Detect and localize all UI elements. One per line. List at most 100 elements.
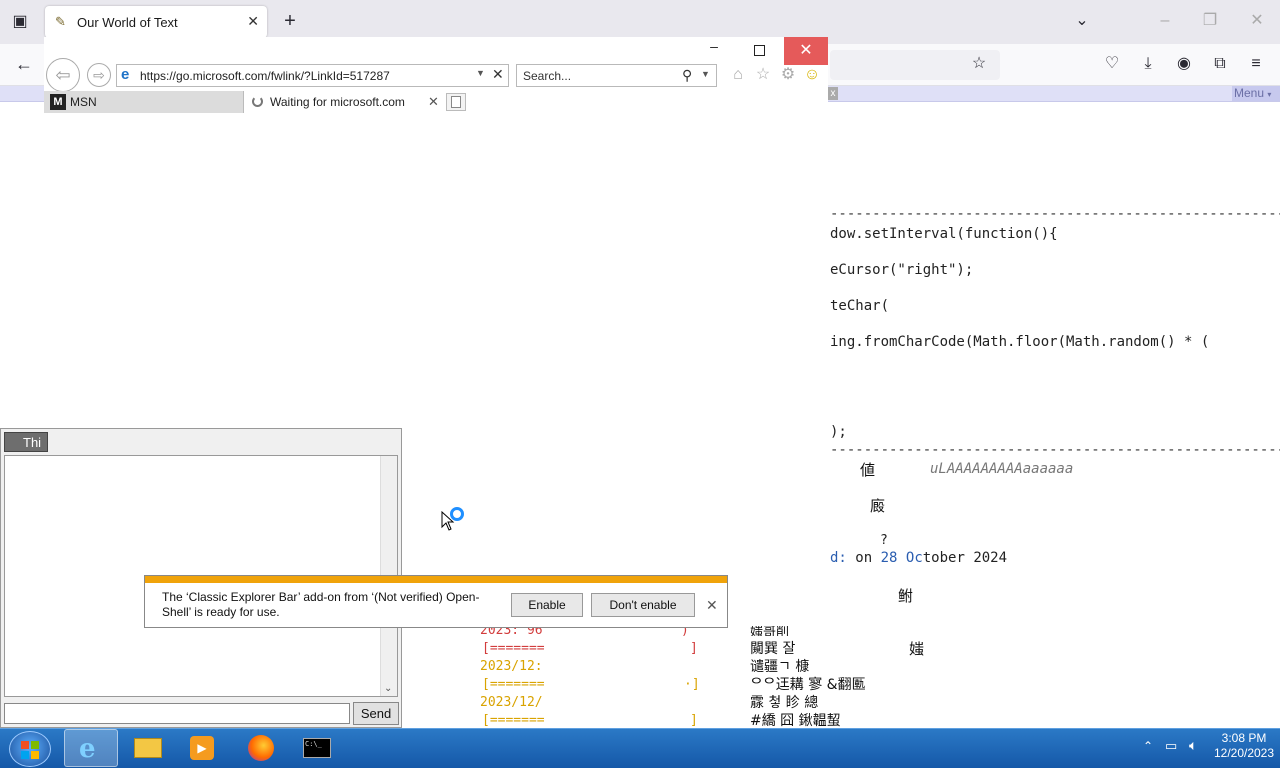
network-icon[interactable]: ▭ [1165, 738, 1177, 754]
search-icon[interactable]: ⚲ [682, 67, 692, 84]
strip-close-icon[interactable]: x [828, 87, 838, 100]
msn-logo-icon: M [50, 94, 66, 110]
log-bracket-3: ·] [684, 677, 700, 692]
ie-minimize-button[interactable]: – [704, 38, 724, 64]
start-button[interactable] [9, 731, 51, 767]
folder-icon [134, 738, 162, 758]
loading-spinner-icon [252, 96, 263, 107]
tray-expand-icon[interactable]: ⌃ [1143, 739, 1153, 753]
ie-back-icon[interactable]: ⇦ [46, 58, 80, 92]
cjk-line-6: #繑 囧 鍬韞蛪 [750, 713, 841, 729]
taskbar-explorer[interactable] [121, 729, 175, 767]
text-char-1: 値 [860, 461, 876, 479]
tab-list-icon[interactable]: ▣ [10, 13, 30, 31]
minimize-icon[interactable]: – [1155, 12, 1175, 30]
ie-logo-icon: e [79, 734, 96, 764]
ie-address-bar[interactable]: e https://go.microsoft.com/fwlink/?LinkI… [116, 64, 509, 87]
cjk-line-3: 谴疆ㄱ 槺 [750, 659, 810, 675]
address-dropdown-icon[interactable]: ▼ [476, 68, 485, 78]
ie-tab-active[interactable]: Waiting for microsoft.com ✕ [244, 91, 444, 113]
back-icon[interactable]: ← [14, 55, 34, 73]
ie-page-icon: e [121, 66, 130, 83]
home-icon[interactable]: ⌂ [728, 64, 748, 86]
ie-maximize-button[interactable] [749, 40, 769, 60]
chevron-down-icon[interactable]: ⌄ [1072, 12, 1092, 30]
close-window-icon[interactable]: ✕ [1247, 12, 1267, 30]
date-day: 28 [880, 550, 898, 566]
notification-accent [145, 576, 727, 583]
ie-tab-label: MSN [70, 95, 97, 109]
log-bracket-4: ] [690, 713, 698, 728]
ie-tab-msn[interactable]: M MSN [44, 91, 244, 113]
hamburger-menu-icon[interactable]: ≡ [1246, 55, 1266, 73]
bookmark-star-icon[interactable]: ☆ [969, 55, 989, 73]
extensions-icon[interactable]: ⧉ [1210, 55, 1230, 73]
notification-close-icon[interactable]: ✕ [706, 597, 718, 614]
ie-search-box[interactable]: Search... ⚲ ▼ [516, 64, 717, 87]
notification-message: The ‘Classic Explorer Bar’ add-on from ‘… [162, 590, 480, 619]
firefox-tab[interactable]: ✎ Our World of Text ✕ [45, 6, 267, 38]
addon-notification-bar: The ‘Classic Explorer Bar’ add-on from ‘… [144, 575, 728, 628]
taskbar-media-player[interactable]: ▶ [176, 729, 230, 767]
smiley-feedback-icon[interactable]: ☺ [802, 64, 822, 86]
new-tab-icon[interactable]: + [280, 11, 300, 31]
log-line-6: [======= [482, 713, 545, 728]
log-line-2: [======= [482, 641, 545, 656]
cmd-icon: C:\_ [303, 738, 331, 758]
dash-line-bottom: ----------------------------------------… [830, 442, 1280, 458]
code-line-5: ); [830, 424, 847, 440]
clock-date: 12/20/2023 [1213, 746, 1275, 760]
scroll-down-icon[interactable]: ⌄ [384, 683, 392, 694]
taskbar-cmd[interactable]: C:\_ [290, 729, 344, 767]
account-icon[interactable]: ◉ [1174, 55, 1194, 73]
ie-new-tab-button[interactable] [446, 93, 466, 111]
text-char-5: 媸 [909, 640, 925, 658]
code-line-4: ing.fromCharCode(Math.floor(Math.random(… [830, 334, 1210, 350]
chat-input[interactable] [4, 703, 350, 724]
firefox-logo-icon [248, 735, 274, 761]
date-line: d: on 28 October 2024 [830, 550, 1007, 566]
code-line-2: eCursor("right"); [830, 262, 974, 278]
dash-line-top: ----------------------------------------… [830, 206, 1280, 222]
text-char-3: ? [880, 533, 888, 548]
ie-search-placeholder: Search... [523, 69, 572, 83]
stop-icon[interactable]: ✕ [492, 66, 504, 83]
page-menu-button[interactable]: Menu ▾ [1232, 86, 1280, 101]
close-tab-icon[interactable]: ✕ [247, 13, 259, 30]
volume-muted-icon[interactable]: 🔈︎ [1189, 737, 1197, 754]
windows-logo-icon [21, 741, 39, 759]
taskbar-clock[interactable]: 3:08 PM 12/20/2023 [1212, 731, 1276, 761]
date-on: on [855, 550, 881, 566]
taskbar-ie[interactable]: e [64, 729, 118, 767]
code-line-1: dow.setInterval(function(){ [830, 226, 1058, 242]
ie-forward-icon[interactable]: ⇨ [87, 63, 111, 87]
chat-tab[interactable]: Thi [4, 432, 48, 452]
download-icon[interactable]: ⤓ [1138, 55, 1158, 73]
restore-icon[interactable]: ❐ [1200, 12, 1220, 30]
dont-enable-button[interactable]: Don't enable [591, 593, 695, 617]
menu-label: Menu [1234, 86, 1265, 100]
ie-tab-label: Waiting for microsoft.com [270, 95, 405, 109]
favorites-star-icon[interactable]: ☆ [753, 64, 773, 86]
send-button[interactable]: Send [353, 702, 399, 725]
cjk-line-5: 霡 첳 眕 總 [750, 695, 819, 711]
firefox-tab-title: Our World of Text [77, 15, 178, 30]
code-line-3: teChar( [830, 298, 890, 314]
search-dropdown-icon[interactable]: ▼ [701, 69, 710, 79]
pocket-icon[interactable]: ♡ [1102, 55, 1122, 73]
settings-gear-icon[interactable]: ⚙ [778, 64, 798, 86]
text-char-4: 鲋 [898, 587, 914, 605]
cjk-line-2: 闚巽 잘 [750, 641, 796, 657]
ie-address-text: https://go.microsoft.com/fwlink/?LinkId=… [140, 69, 390, 83]
date-oc: Oc [905, 550, 923, 566]
log-line-4: [======= [482, 677, 545, 692]
ie-close-button[interactable]: ✕ [784, 37, 828, 65]
site-favicon-icon: ✎ [55, 14, 66, 29]
text-char-2: 廄 [870, 497, 886, 515]
cjk-line-4: ᄋᄋ迋耩 寥 &翻匭 [750, 677, 866, 693]
taskbar-firefox[interactable] [234, 729, 288, 767]
enable-button[interactable]: Enable [511, 593, 583, 617]
clock-time: 3:08 PM [1221, 731, 1267, 745]
busy-indicator-icon [450, 507, 464, 521]
close-tab-icon[interactable]: ✕ [428, 94, 439, 110]
